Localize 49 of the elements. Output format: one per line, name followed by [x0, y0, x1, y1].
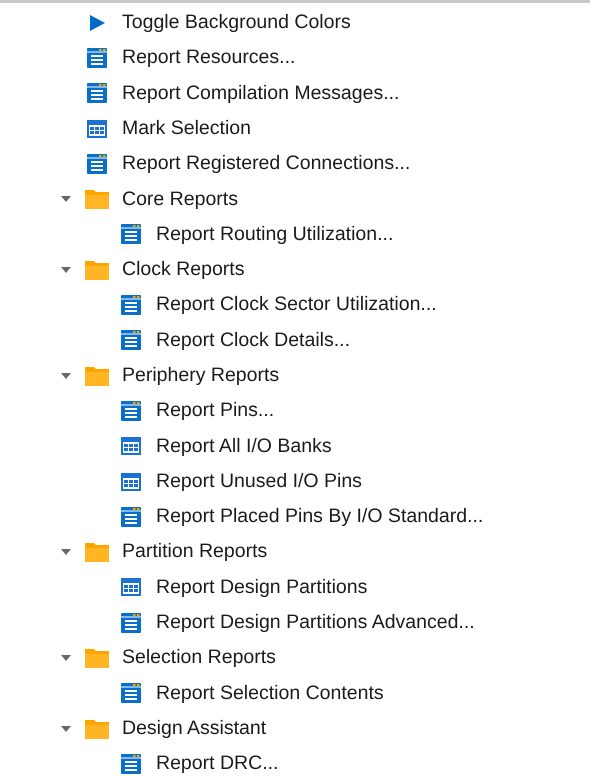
report-icon: [120, 223, 142, 246]
tree-item[interactable]: Toggle Background Colors: [122, 8, 351, 38]
tree-item[interactable]: Report Registered Connections...: [122, 149, 410, 178]
tree-item[interactable]: Report Design Partitions Advanced...: [156, 608, 475, 638]
table-icon: [120, 577, 142, 598]
folder-label[interactable]: Partition Reports: [122, 537, 268, 567]
table-icon: [120, 472, 142, 492]
tree-item[interactable]: Report Placed Pins By I/O Standard...: [156, 502, 484, 532]
report-icon: [120, 612, 142, 634]
folder-label[interactable]: Periphery Reports: [122, 360, 280, 390]
tree-item[interactable]: Mark Selection: [122, 114, 251, 144]
tree-item[interactable]: Report Clock Details...: [156, 326, 350, 355]
report-icon: [120, 329, 142, 352]
table-icon: [86, 118, 108, 139]
expanded-arrow-icon[interactable]: [60, 266, 72, 274]
tree-item[interactable]: Report Compilation Messages...: [122, 78, 400, 108]
folder-icon: [84, 646, 110, 669]
folder-icon: [84, 188, 110, 210]
folder-icon: [84, 541, 110, 564]
report-icon: [120, 506, 142, 528]
folder-icon: [84, 258, 110, 281]
report-icon: [86, 46, 108, 69]
tree-item[interactable]: Report DRC...: [156, 749, 278, 777]
tree-item[interactable]: Report Unused I/O Pins: [156, 466, 362, 496]
report-icon: [86, 152, 108, 175]
folder-label[interactable]: Selection Reports: [122, 643, 276, 673]
tree-item[interactable]: Report Clock Sector Utilization...: [156, 290, 437, 320]
folder-label[interactable]: Design Assistant: [122, 714, 266, 744]
tree-item[interactable]: Report Pins...: [156, 396, 274, 426]
report-icon: [120, 682, 142, 704]
folder-label[interactable]: Clock Reports: [122, 255, 244, 284]
folder-label[interactable]: Core Reports: [122, 184, 238, 214]
tree-item[interactable]: Report All I/O Banks: [156, 432, 332, 461]
play-icon: [87, 12, 107, 33]
folder-icon: [84, 364, 110, 387]
expanded-arrow-icon[interactable]: [60, 548, 72, 556]
report-icon: [120, 294, 142, 316]
expanded-arrow-icon[interactable]: [60, 724, 72, 733]
tree-item[interactable]: Report Design Partitions: [156, 572, 368, 602]
expanded-arrow-icon[interactable]: [60, 654, 72, 662]
tree-item[interactable]: Report Selection Contents: [156, 678, 384, 708]
report-icon: [120, 400, 142, 422]
table-icon: [120, 436, 142, 456]
folder-icon: [84, 718, 110, 740]
report-icon: [86, 82, 108, 104]
tree-item[interactable]: Report Resources...: [122, 43, 296, 73]
tree-item[interactable]: Report Routing Utilization...: [156, 220, 394, 250]
expanded-arrow-icon[interactable]: [60, 195, 72, 204]
expanded-arrow-icon[interactable]: [60, 372, 72, 380]
